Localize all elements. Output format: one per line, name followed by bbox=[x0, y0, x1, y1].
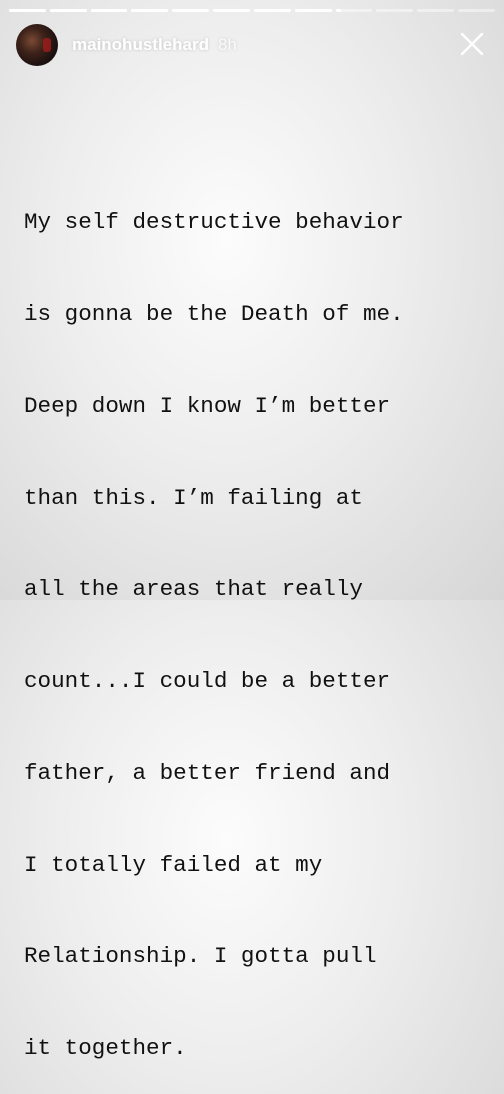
story-text-line: Relationship. I gotta pull bbox=[24, 943, 377, 970]
story-progress-bar bbox=[9, 9, 495, 12]
close-icon bbox=[460, 32, 484, 56]
close-button[interactable] bbox=[458, 30, 486, 58]
progress-segment bbox=[213, 9, 250, 12]
story-text-line: is gonna be the Death of me. bbox=[24, 300, 404, 327]
progress-segment bbox=[9, 9, 46, 12]
story-text-line: all the areas that really bbox=[24, 576, 363, 603]
progress-segment bbox=[294, 9, 332, 12]
story-text-line: it together. bbox=[24, 1035, 187, 1062]
timestamp: 8h bbox=[217, 35, 237, 54]
progress-segment bbox=[172, 9, 210, 12]
progress-segment-fill bbox=[9, 9, 46, 12]
progress-segment-fill bbox=[131, 9, 169, 12]
progress-segment bbox=[131, 9, 169, 12]
progress-segment bbox=[335, 9, 373, 12]
progress-segment-fill bbox=[253, 9, 291, 12]
story-text: My self destructive behavior is gonna be… bbox=[24, 146, 492, 1094]
story-header: mainohustlehard 8h bbox=[16, 22, 490, 68]
story-text-line: My self destructive behavior bbox=[24, 209, 404, 236]
progress-segment bbox=[417, 9, 455, 12]
story-text-line: I totally failed at my bbox=[24, 851, 323, 878]
avatar[interactable] bbox=[16, 24, 58, 66]
progress-segment-fill bbox=[90, 9, 128, 12]
progress-segment bbox=[90, 9, 128, 12]
story-text-line: count...I could be a better bbox=[24, 668, 391, 695]
story-text-line: Deep down I know I’m better bbox=[24, 392, 391, 419]
progress-segment bbox=[376, 9, 414, 12]
story-text-line: father, a better friend and bbox=[24, 759, 391, 786]
progress-segment-fill bbox=[294, 9, 332, 12]
progress-segment-fill bbox=[335, 9, 342, 12]
progress-segment-fill bbox=[49, 9, 87, 12]
progress-segment-fill bbox=[213, 9, 250, 12]
username[interactable]: mainohustlehard bbox=[72, 35, 209, 55]
progress-segment-fill bbox=[172, 9, 210, 12]
progress-segment bbox=[253, 9, 291, 12]
progress-segment bbox=[49, 9, 87, 12]
progress-segment bbox=[458, 9, 495, 12]
story-text-line: than this. I’m failing at bbox=[24, 484, 363, 511]
